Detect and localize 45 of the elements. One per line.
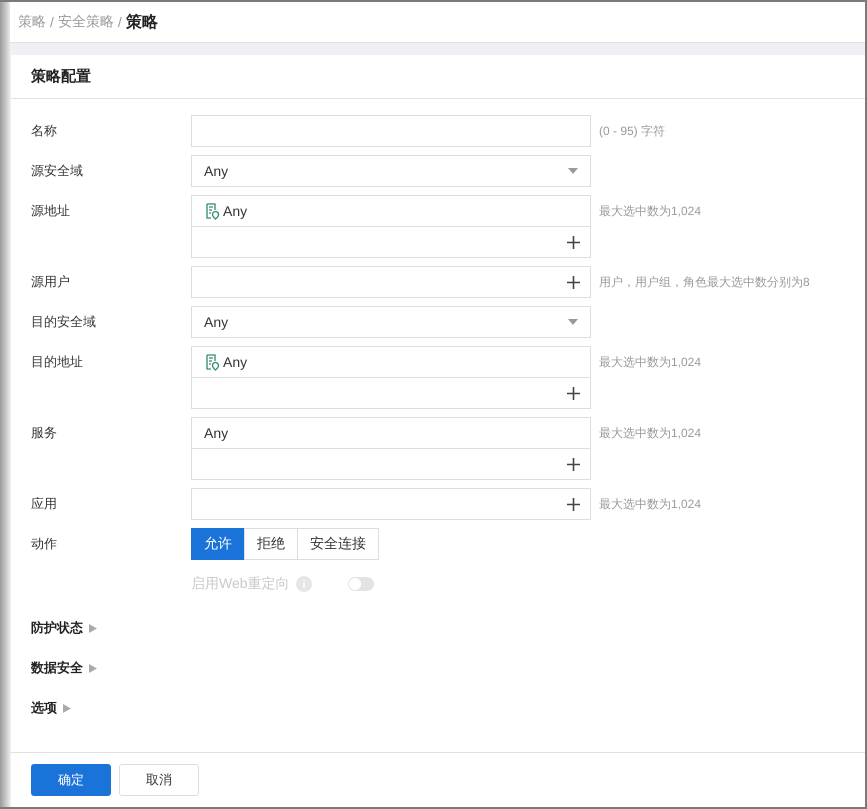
name-input[interactable] [191, 115, 591, 147]
section-header[interactable]: 选项 [31, 699, 57, 717]
plus-icon[interactable] [567, 498, 580, 510]
breadcrumb-item: 策略 [126, 12, 158, 32]
action-option[interactable]: 拒绝 [244, 528, 298, 560]
field-label: 源用户 [31, 273, 71, 291]
section-header[interactable]: 防护状态 [31, 619, 83, 637]
field-label: 服务 [31, 424, 58, 442]
action-option[interactable]: 允许 [191, 528, 245, 560]
hint-text: (0 - 95) 字符 [599, 123, 666, 140]
field-label: 名称 [31, 122, 58, 140]
hint-text: 最大选中数为1,024 [599, 203, 702, 220]
section-header[interactable]: 数据安全 [31, 659, 83, 677]
hint-text: 最大选中数为1,024 [599, 496, 702, 513]
confirm-button[interactable]: 确定 [31, 764, 111, 796]
select-field[interactable]: Any [191, 155, 591, 187]
address-icon [204, 354, 220, 370]
field-label: 目的地址 [31, 353, 84, 371]
separator: / [118, 14, 122, 30]
plus-icon[interactable] [567, 276, 580, 288]
field-label: 目的安全域 [31, 313, 97, 331]
field-label: 应用 [31, 495, 58, 513]
add-field[interactable] [191, 266, 591, 298]
caret-icon[interactable] [89, 624, 97, 632]
select-field[interactable]: Any [191, 306, 591, 338]
add-field[interactable] [191, 488, 591, 520]
caret-icon[interactable] [63, 704, 71, 712]
plus-icon[interactable] [567, 386, 580, 400]
field-label: 源地址 [31, 202, 71, 220]
separator: / [50, 14, 54, 30]
cancel-button[interactable]: 取消 [119, 764, 199, 796]
dropdown-icon[interactable] [568, 319, 578, 325]
hint-text: 用户，用户组，角色最大选中数分别为8 [599, 274, 810, 291]
card-title: 策略配置 [11, 55, 865, 99]
field-label: 源安全域 [31, 162, 84, 180]
hint-text: 最大选中数为1,024 [599, 425, 702, 442]
hint-text: 最大选中数为1,024 [599, 354, 702, 371]
dropdown-icon[interactable] [568, 168, 578, 174]
plus-icon[interactable] [567, 458, 580, 470]
plus-icon[interactable] [567, 236, 580, 248]
address-icon [204, 202, 220, 220]
action-option[interactable]: 安全连接 [297, 528, 379, 560]
caret-icon[interactable] [89, 664, 97, 672]
field-label: 动作 [31, 535, 58, 553]
info-icon [296, 576, 312, 592]
